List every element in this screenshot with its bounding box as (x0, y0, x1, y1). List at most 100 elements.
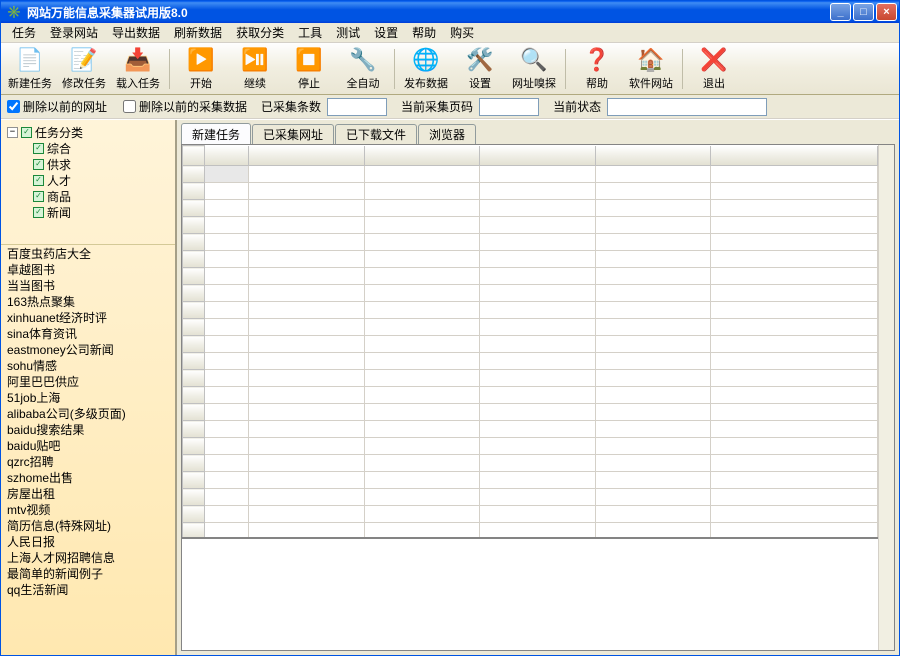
start-button[interactable]: ▶️开始 (176, 46, 226, 92)
tab-1[interactable]: 已采集网址 (252, 124, 334, 144)
settings-button-icon: 🛠️ (466, 47, 494, 74)
list-item[interactable]: qq生活新闻 (1, 581, 175, 597)
list-item[interactable]: 卓越图书 (1, 261, 175, 277)
tree-item-1[interactable]: ✓供求 (3, 156, 173, 172)
continue-button[interactable]: ⏯️继续 (230, 46, 280, 92)
menu-4[interactable]: 获取分类 (229, 22, 291, 43)
check-icon[interactable]: ✓ (33, 207, 44, 218)
website-button-icon: 🏠 (637, 47, 665, 74)
vertical-scrollbar[interactable] (878, 145, 894, 650)
app-icon: ✳️ (6, 4, 22, 20)
publish-button-label: 发布数据 (404, 75, 448, 91)
list-item[interactable]: qzrc招聘 (1, 453, 175, 469)
menu-0[interactable]: 任务 (5, 22, 43, 43)
toolbar-separator (169, 49, 170, 89)
collected-count-input[interactable] (327, 98, 387, 116)
list-item[interactable]: sohu情感 (1, 357, 175, 373)
menu-7[interactable]: 设置 (367, 22, 405, 43)
auto-button-icon: 🔧 (349, 47, 377, 74)
list-item[interactable]: 163热点聚集 (1, 293, 175, 309)
stop-button[interactable]: ⏹️停止 (284, 46, 334, 92)
tree-item-0[interactable]: ✓综合 (3, 140, 173, 156)
load-task-button[interactable]: 📥载入任务 (113, 46, 163, 92)
current-page-input[interactable] (479, 98, 539, 116)
help-button-label: 帮助 (586, 75, 608, 91)
data-grid[interactable] (182, 145, 878, 537)
check-icon[interactable]: ✓ (33, 159, 44, 170)
menu-5[interactable]: 工具 (291, 22, 329, 43)
close-button[interactable]: × (876, 3, 897, 21)
edit-task-button-icon: 📝 (70, 47, 98, 74)
current-state-input[interactable] (607, 98, 767, 116)
list-item[interactable]: 阿里巴巴供应 (1, 373, 175, 389)
collapse-icon[interactable]: − (7, 127, 18, 138)
start-button-label: 开始 (190, 75, 212, 91)
list-item[interactable]: 简历信息(特殊网址) (1, 517, 175, 533)
delete-prev-data-checkbox[interactable]: 删除以前的采集数据 (123, 98, 247, 115)
sniff-button-label: 网址嗅探 (512, 75, 556, 91)
menu-8[interactable]: 帮助 (405, 22, 443, 43)
tree-item-label: 综合 (47, 140, 71, 157)
list-item[interactable]: baidu贴吧 (1, 437, 175, 453)
delete-prev-url-checkbox[interactable]: 删除以前的网址 (7, 98, 107, 115)
publish-button-icon: 🌐 (412, 47, 440, 74)
exit-button-icon: ❌ (700, 47, 728, 74)
menu-9[interactable]: 购买 (443, 22, 481, 43)
publish-button[interactable]: 🌐发布数据 (401, 46, 451, 92)
sniff-button[interactable]: 🔍网址嗅探 (509, 46, 559, 92)
list-item[interactable]: mtv视频 (1, 501, 175, 517)
tree-item-label: 商品 (47, 188, 71, 205)
list-item[interactable]: 百度虫药店大全 (1, 245, 175, 261)
check-icon[interactable]: ✓ (33, 143, 44, 154)
auto-button[interactable]: 🔧全自动 (338, 46, 388, 92)
check-icon[interactable]: ✓ (33, 175, 44, 186)
settings-button[interactable]: 🛠️设置 (455, 46, 505, 92)
tab-3[interactable]: 浏览器 (418, 124, 476, 144)
menu-6[interactable]: 测试 (329, 22, 367, 43)
new-task-button[interactable]: 📄新建任务 (5, 46, 55, 92)
exit-button[interactable]: ❌退出 (689, 46, 739, 92)
new-task-button-icon: 📄 (16, 47, 44, 74)
tree-root[interactable]: − ✓ 任务分类 (3, 124, 173, 140)
load-task-button-label: 载入任务 (116, 75, 160, 91)
list-item[interactable]: xinhuanet经济时评 (1, 309, 175, 325)
list-item[interactable]: 当当图书 (1, 277, 175, 293)
settings-button-label: 设置 (469, 75, 491, 91)
tab-2[interactable]: 已下载文件 (335, 124, 417, 144)
tree-item-4[interactable]: ✓新闻 (3, 204, 173, 220)
website-button[interactable]: 🏠软件网站 (626, 46, 676, 92)
list-item[interactable]: baidu搜索结果 (1, 421, 175, 437)
menu-3[interactable]: 刷新数据 (167, 22, 229, 43)
tree-item-3[interactable]: ✓商品 (3, 188, 173, 204)
check-icon[interactable]: ✓ (21, 127, 32, 138)
tree-item-2[interactable]: ✓人才 (3, 172, 173, 188)
options-bar: 删除以前的网址 删除以前的采集数据 已采集条数 当前采集页码 当前状态 (1, 95, 899, 119)
continue-button-icon: ⏯️ (241, 47, 269, 74)
edit-task-button-label: 修改任务 (62, 75, 106, 91)
list-item[interactable]: eastmoney公司新闻 (1, 341, 175, 357)
list-item[interactable]: 人民日报 (1, 533, 175, 549)
website-button-label: 软件网站 (629, 75, 673, 91)
collected-count-label: 已采集条数 (261, 98, 321, 115)
tab-0[interactable]: 新建任务 (181, 123, 251, 144)
list-item[interactable]: 最简单的新闻例子 (1, 565, 175, 581)
list-item[interactable]: alibaba公司(多级页面) (1, 405, 175, 421)
grid-panel (181, 144, 895, 651)
stop-button-icon: ⏹️ (295, 47, 323, 74)
edit-task-button[interactable]: 📝修改任务 (59, 46, 109, 92)
list-item[interactable]: 房屋出租 (1, 485, 175, 501)
new-task-button-label: 新建任务 (8, 75, 52, 91)
auto-button-label: 全自动 (347, 75, 380, 91)
task-list: 百度虫药店大全卓越图书当当图书163热点聚集xinhuanet经济时评sina体… (1, 244, 175, 655)
menu-1[interactable]: 登录网站 (43, 22, 105, 43)
list-item[interactable]: sina体育资讯 (1, 325, 175, 341)
list-item[interactable]: szhome出售 (1, 469, 175, 485)
menu-2[interactable]: 导出数据 (105, 22, 167, 43)
list-item[interactable]: 51job上海 (1, 389, 175, 405)
check-icon[interactable]: ✓ (33, 191, 44, 202)
maximize-button[interactable]: □ (853, 3, 874, 21)
help-button[interactable]: ❓帮助 (572, 46, 622, 92)
list-item[interactable]: 上海人才网招聘信息 (1, 549, 175, 565)
minimize-button[interactable]: _ (830, 3, 851, 21)
stop-button-label: 停止 (298, 75, 320, 91)
